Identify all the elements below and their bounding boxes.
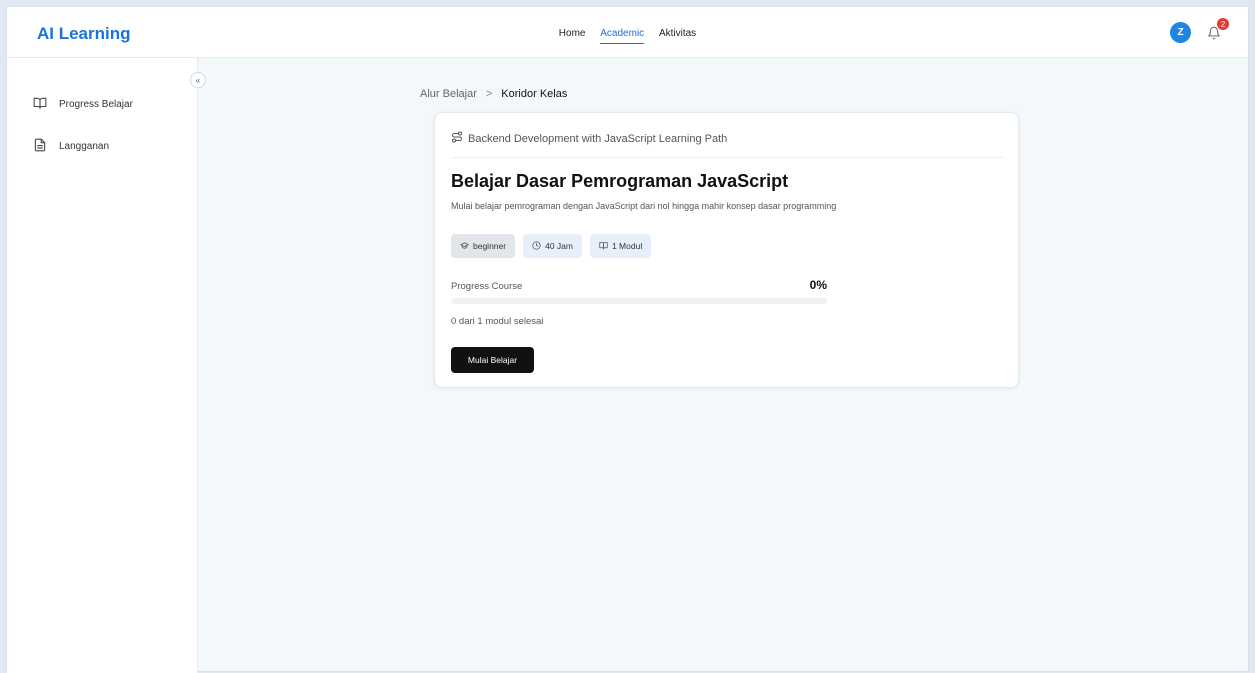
sidebar-item-label: Langganan	[59, 141, 110, 152]
breadcrumb: Alur Belajar > Koridor Kelas	[420, 88, 567, 100]
level-badge: beginner	[451, 234, 516, 258]
level-badge-label: beginner	[473, 241, 507, 251]
collapse-sidebar-button[interactable]: «	[190, 72, 206, 88]
sidebar-item-langganan[interactable]: Langganan	[33, 138, 109, 155]
progress-label: Progress Course	[451, 281, 523, 292]
route-icon	[451, 131, 468, 146]
learning-path-text: Backend Development with JavaScript Lear…	[468, 132, 728, 145]
sidebar: Progress Belajar Langganan	[7, 58, 198, 673]
learning-path-label: Backend Development with JavaScript Lear…	[451, 131, 727, 146]
course-title: Belajar Dasar Pemrograman JavaScript	[451, 171, 789, 191]
nav-home[interactable]: Home	[559, 28, 586, 43]
file-text-icon	[33, 138, 59, 155]
book-open-icon	[599, 241, 612, 252]
duration-badge-label: 40 Jam	[545, 241, 573, 251]
start-learning-button[interactable]: Mulai Belajar	[451, 347, 534, 373]
sidebar-item-progress-belajar[interactable]: Progress Belajar	[33, 96, 133, 113]
graduation-cap-icon	[460, 241, 473, 252]
progress-bar	[451, 298, 827, 304]
notification-badge: 2	[1217, 18, 1229, 30]
nav-aktivitas[interactable]: Aktivitas	[659, 28, 696, 43]
nav-academic[interactable]: Academic	[600, 28, 645, 44]
modules-badge-label: 1 Modul	[611, 241, 643, 251]
top-header: AI Learning Home Academic Aktivitas Z 2	[7, 7, 1248, 58]
divider	[451, 157, 1004, 158]
course-badges: beginner 40 Jam 1 Modul	[451, 234, 659, 258]
breadcrumb-parent[interactable]: Alur Belajar	[420, 88, 477, 100]
duration-badge: 40 Jam	[523, 234, 582, 258]
sidebar-item-label: Progress Belajar	[59, 99, 133, 110]
course-card: Backend Development with JavaScript Lear…	[434, 112, 1019, 388]
breadcrumb-current: Koridor Kelas	[501, 88, 568, 100]
app-window: AI Learning Home Academic Aktivitas Z 2 …	[6, 6, 1249, 673]
user-avatar[interactable]: Z	[1170, 22, 1191, 43]
main-nav: Home Academic Aktivitas	[7, 28, 1248, 44]
progress-summary: 0 dari 1 modul selesai	[451, 316, 544, 327]
chevrons-left-icon: «	[195, 75, 201, 85]
clock-icon	[532, 240, 545, 252]
chevron-right-icon: >	[485, 88, 493, 100]
book-open-icon	[33, 96, 59, 113]
modules-badge: 1 Modul	[589, 234, 652, 258]
course-description: Mulai belajar pemrograman dengan JavaScr…	[451, 201, 837, 211]
progress-percent: 0%	[809, 278, 827, 292]
